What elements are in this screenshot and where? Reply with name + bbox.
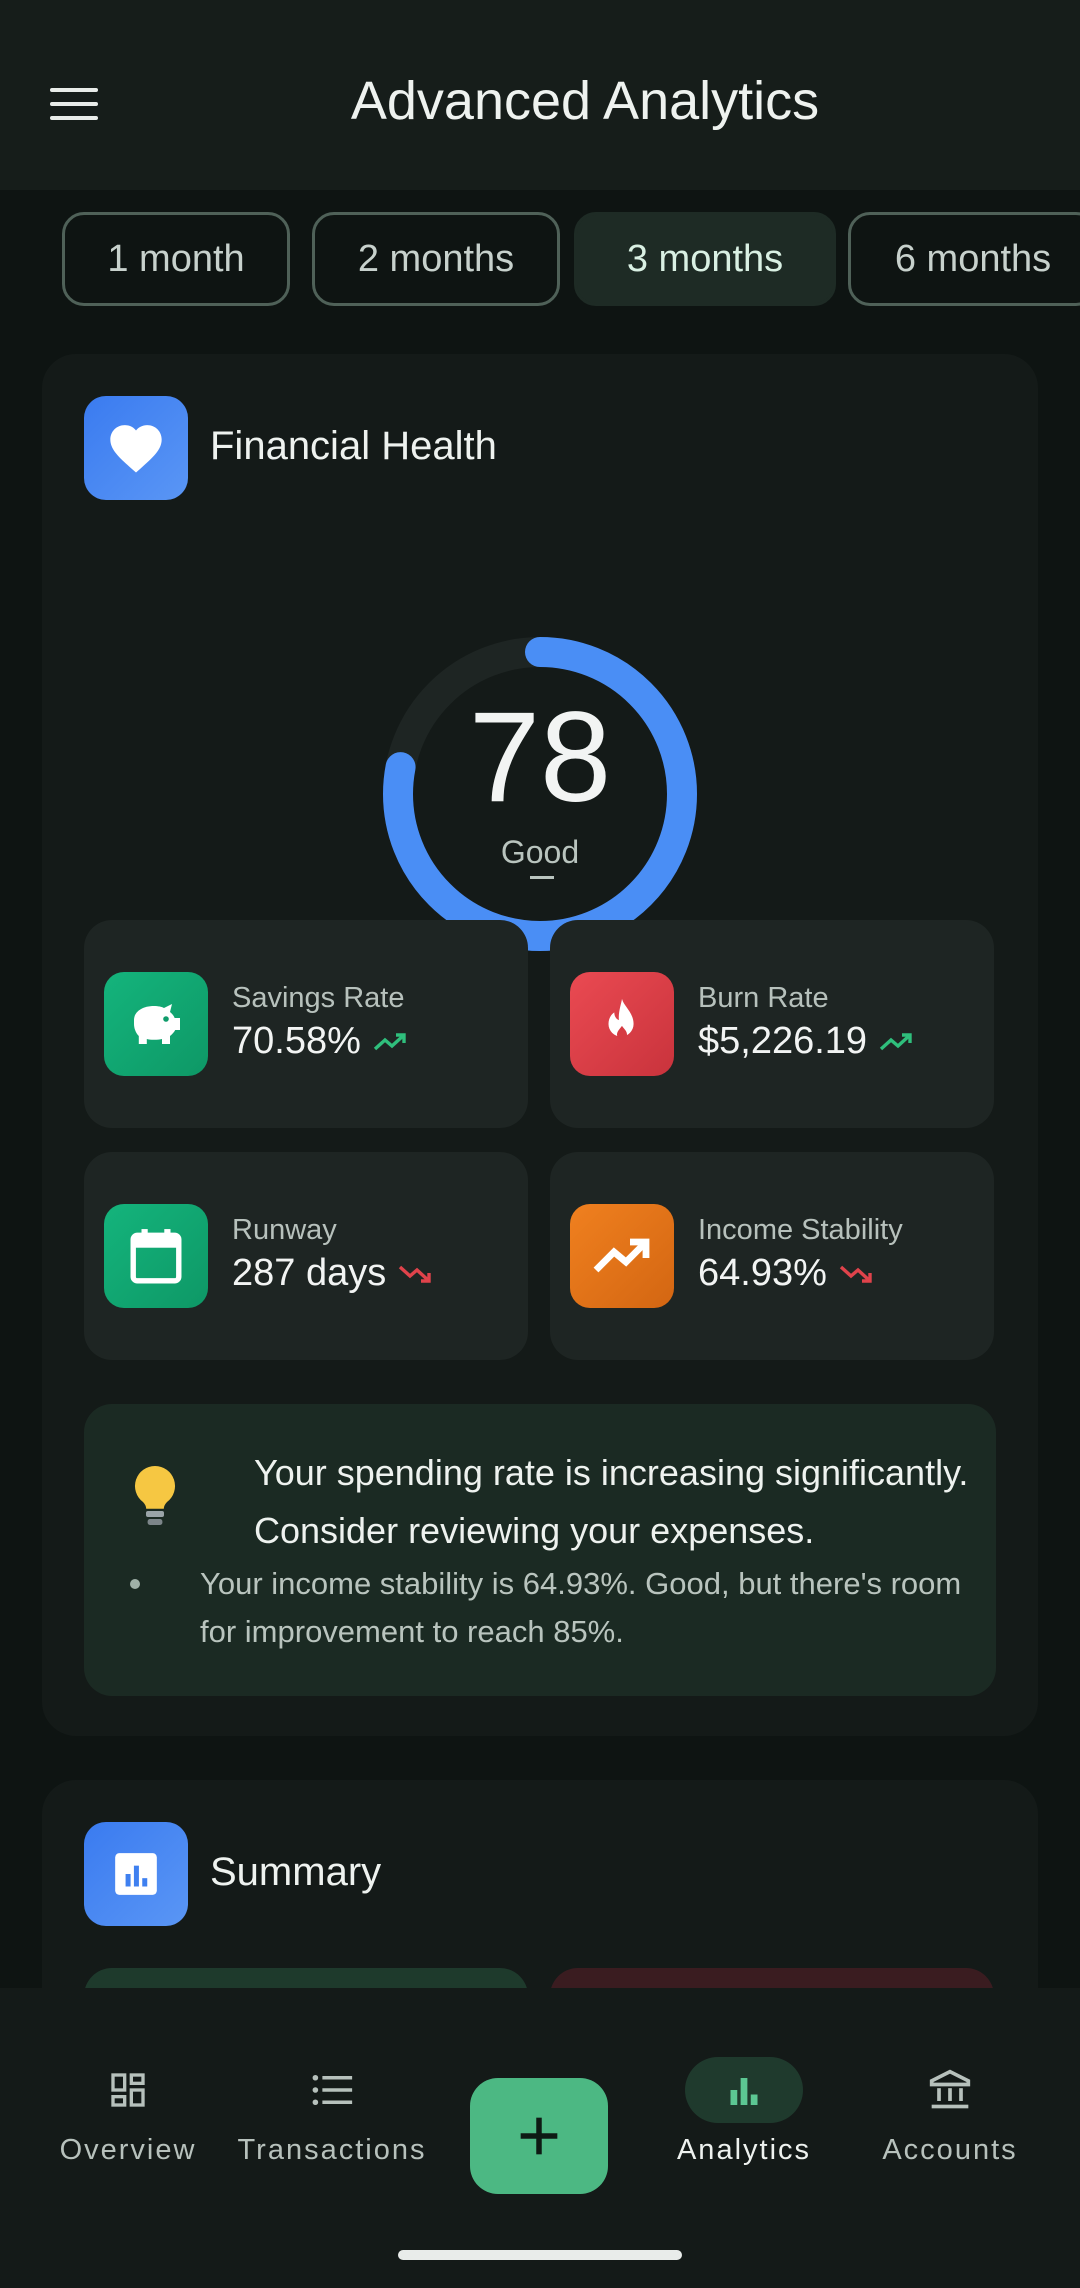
piggy-bank-icon <box>104 972 208 1076</box>
trend-up-icon <box>373 1032 406 1050</box>
metric-runway[interactable]: Runway 287 days <box>84 1152 528 1360</box>
financial-health-card: Financial Health 78 Good Savings Rate 70… <box>42 354 1038 1736</box>
insight-message: Your spending rate is increasing signifi… <box>254 1452 969 1551</box>
rating-dash <box>530 876 554 879</box>
insight-panel: Your spending rate is increasing signifi… <box>84 1404 996 1696</box>
calendar-icon <box>104 1204 208 1308</box>
summary-chart-icon <box>84 1822 188 1926</box>
metric-label: Income Stability <box>698 1214 903 1246</box>
health-score: 78 <box>468 686 612 829</box>
metric-value: 70.58% <box>232 1020 361 1062</box>
summary-title: Summary <box>210 1850 382 1894</box>
metric-savings-rate[interactable]: Savings Rate 70.58% <box>84 920 528 1128</box>
page-title: Advanced Analytics <box>350 71 820 131</box>
insight-detail: Your income stability is 64.93%. Good, b… <box>200 1566 962 1649</box>
metric-label: Savings Rate <box>232 982 405 1014</box>
chip-6-months[interactable]: 6 months <box>848 212 1080 306</box>
metric-burn-rate[interactable]: Burn Rate $5,226.19 <box>550 920 994 1128</box>
metric-value: 64.93% <box>698 1252 827 1294</box>
metric-label: Runway <box>232 1214 337 1246</box>
health-rating: Good <box>500 834 580 870</box>
financial-health-title: Financial Health <box>210 424 497 468</box>
metric-label: Burn Rate <box>698 982 829 1014</box>
trend-up-icon <box>879 1032 912 1050</box>
chip-3-months[interactable]: 3 months <box>574 212 836 306</box>
chip-2-months[interactable]: 2 months <box>312 212 560 306</box>
trending-up-icon <box>570 1204 674 1308</box>
dashboard-icon <box>28 2060 228 2120</box>
bottom-navigation: Overview Transactions Analytics Accounts <box>0 1988 1080 2288</box>
lightbulb-icon <box>135 1466 175 1525</box>
metric-value: 287 days <box>232 1252 387 1294</box>
metric-income-stability[interactable]: Income Stability 64.93% <box>550 1152 994 1360</box>
add-transaction-button[interactable] <box>470 2078 608 2194</box>
heart-icon <box>84 396 188 500</box>
bank-icon <box>850 2060 1050 2120</box>
trend-down-icon <box>399 1265 431 1283</box>
bullet-dot <box>130 1579 140 1589</box>
home-indicator <box>398 2250 682 2260</box>
app-bar: Advanced Analytics <box>0 0 1080 190</box>
nav-analytics[interactable]: Analytics <box>644 2057 844 2167</box>
plus-icon <box>520 2117 558 2155</box>
chip-1-month[interactable]: 1 month <box>62 212 290 306</box>
metric-value: $5,226.19 <box>698 1020 868 1062</box>
fire-icon <box>570 972 674 1076</box>
nav-overview[interactable]: Overview <box>28 2060 228 2167</box>
list-icon <box>232 2060 432 2120</box>
nav-accounts[interactable]: Accounts <box>850 2060 1050 2167</box>
bar-chart-icon <box>685 2057 803 2123</box>
nav-transactions[interactable]: Transactions <box>232 2060 432 2167</box>
trend-down-icon <box>839 1265 872 1283</box>
